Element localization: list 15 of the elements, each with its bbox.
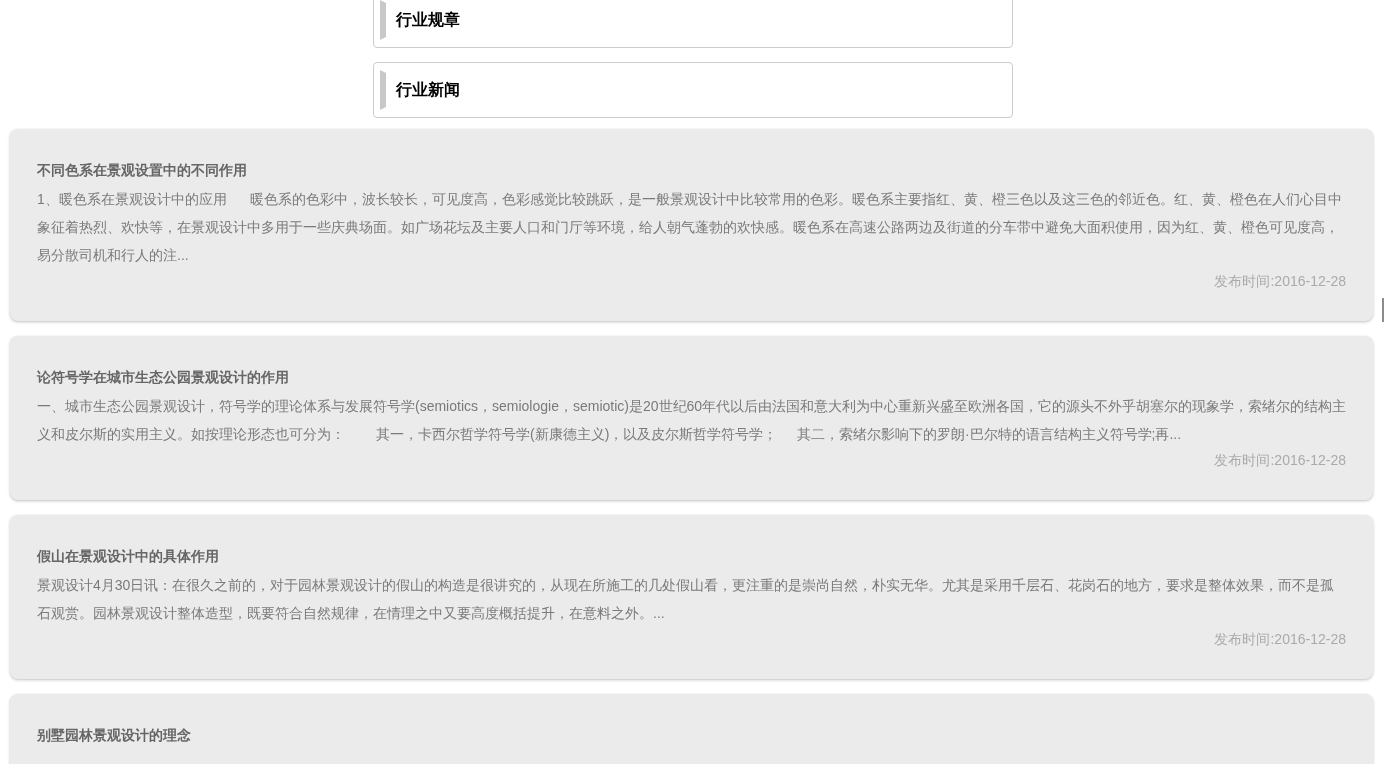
article-title[interactable]: 别墅园林景观设计的理念: [37, 724, 191, 746]
article-summary: 1、暖色系在景观设计中的应用 暖色系的色彩中，波长较长，可见度高，色彩感觉比较跳跃，是一般景观设计中比较常用的色彩。暖色系主要指红、黄、橙三色以及这三色的邻近色。红、黄、橙色在人们心目中象征着热烈、欢快等，在景观设计中多用于一些庆典场面。如广场花坛及主要人口和门厅等环境，给人朝气蓬勃的欢快感。暖色系在高速公路两边及街道的分车带中避免大面积使用，因为红、黄、橙色可见度高，易分散司机和行人的注...: [37, 190, 1344, 265]
marker-icon: [380, 70, 386, 110]
article-title[interactable]: 不同色系在景观设置中的不同作用: [37, 159, 247, 181]
article-title[interactable]: 论符号学在城市生态公园景观设计的作用: [37, 366, 289, 388]
publish-date: 发布时间:2016-12-28: [1214, 630, 1347, 649]
article-summary: 景观设计4月30日讯：在很久之前的，对于园林景观设计的假山的构造是很讲究的，从现在所施工的几处假山看，更注重的是崇尚自然，朴实无华。尤其是采用千层石、花岗石的地方，要求是整体效果，而不是孤石观赏。园林景观设计整体造型，既要符合自然规律，在情理之中又要高度概括提升，在意料之外。...: [37, 576, 1336, 623]
category-tab[interactable]: 行业规章: [373, 0, 1013, 48]
publish-date: 发布时间:2016-12-28: [1214, 272, 1347, 291]
article-summary: 一、城市生态公园景观设计，符号学的理论体系与发展符号学(semiotics，semiologie，semiotic)是20世纪60年代以后由法国和意大利为中心重新兴盛至欧洲各国，它的源头不外乎胡塞尔的现象学，索绪尔的结构主义和皮尔斯的实用主义。如按理论形态也可分为： 其一，卡西尔哲学符号学(新康德主义)，以及皮尔斯哲学符号学； 其二，索绪尔影响下的罗朗·巴尔特的语言结构主义符号学;再...: [37, 397, 1347, 444]
scrollbar-thumb[interactable]: [1382, 298, 1384, 322]
publish-date: 发布时间:2016-12-28: [1214, 451, 1347, 470]
article-title[interactable]: 假山在景观设计中的具体作用: [37, 545, 219, 567]
marker-icon: [380, 0, 386, 40]
category-tab[interactable]: 行业新闻: [373, 62, 1013, 118]
